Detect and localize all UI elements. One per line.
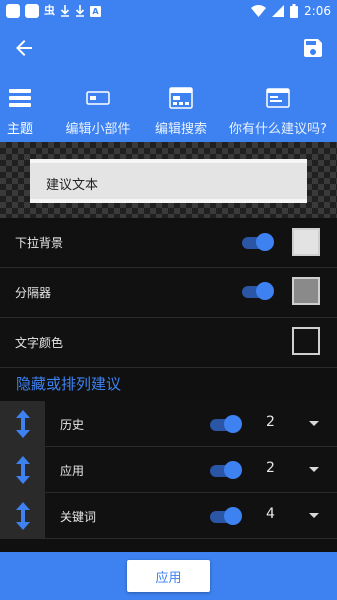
tab-label: 主题 xyxy=(6,122,33,137)
vertical-arrows-icon xyxy=(15,456,30,484)
vertical-arrows-icon xyxy=(15,502,30,530)
apps-count-value: 2 xyxy=(266,460,275,476)
sort-row-history: 历史 2 xyxy=(0,401,337,447)
status-bar: 虫 A 2:06 xyxy=(0,0,337,24)
download-icon xyxy=(75,5,85,17)
preview-search-bar: 建议文本 xyxy=(30,159,307,203)
a-icon: A xyxy=(90,5,101,17)
preview-search-text: 建议文本 xyxy=(46,178,99,193)
setting-row-text-color: 文字颜色 xyxy=(0,318,337,368)
sort-row-label: 历史 xyxy=(60,418,85,432)
history-count-dropdown[interactable] xyxy=(309,421,319,426)
vertical-arrows-icon xyxy=(15,410,30,438)
apply-button[interactable]: 应用 xyxy=(127,560,210,592)
widget-preview: 建议文本 xyxy=(0,142,337,218)
tab-label: 编辑搜索 xyxy=(154,122,207,137)
sort-row-label: 关键词 xyxy=(60,510,97,524)
widget-icon xyxy=(86,91,110,105)
sort-row-label: 应用 xyxy=(60,464,85,478)
dropdown-background-toggle[interactable] xyxy=(240,233,274,251)
sort-row-keywords: 关键词 4 xyxy=(0,493,337,539)
section-title: 隐藏或排列建议 xyxy=(16,375,122,393)
bottom-bar: 应用 xyxy=(0,552,337,600)
drag-handle[interactable] xyxy=(0,493,45,539)
download-icon xyxy=(60,5,70,17)
battery-icon xyxy=(290,4,299,18)
tab-suggestions[interactable]: 你有什么建议吗? xyxy=(226,86,330,137)
signal-icon xyxy=(272,5,285,17)
divider-toggle[interactable] xyxy=(240,282,274,300)
setting-label: 文字颜色 xyxy=(15,336,64,350)
tab-bar: 主题 编辑小部件 编辑搜索 你有什么建议吗? xyxy=(0,72,337,142)
keywords-count-value: 4 xyxy=(266,506,275,522)
drag-handle[interactable] xyxy=(0,401,45,447)
keywords-toggle[interactable] xyxy=(208,507,242,525)
text-color-swatch[interactable] xyxy=(292,327,320,355)
search-edit-icon xyxy=(169,87,193,109)
tab-edit-widget[interactable]: 编辑小部件 xyxy=(62,86,134,137)
keywords-count-dropdown[interactable] xyxy=(309,513,319,518)
save-button[interactable] xyxy=(301,36,325,60)
tab-edit-search[interactable]: 编辑搜索 xyxy=(152,86,210,137)
tab-theme[interactable]: 主题 xyxy=(2,86,38,137)
save-icon xyxy=(304,39,322,57)
apps-count-dropdown[interactable] xyxy=(309,467,319,472)
arrow-left-icon xyxy=(16,40,32,56)
theme-icon xyxy=(9,89,31,107)
drag-handle[interactable] xyxy=(0,447,45,493)
apps-toggle[interactable] xyxy=(208,461,242,479)
notification-square-icon xyxy=(6,4,20,18)
setting-row-divider: 分隔器 xyxy=(0,268,337,318)
app-bar xyxy=(0,24,337,72)
tab-label: 你有什么建议吗? xyxy=(229,122,327,137)
setting-label: 分隔器 xyxy=(15,286,52,300)
wifi-icon xyxy=(251,5,267,17)
status-time: 2:06 xyxy=(304,4,331,18)
divider-color-swatch[interactable] xyxy=(292,277,320,305)
history-toggle[interactable] xyxy=(208,415,242,433)
sort-row-apps: 应用 2 xyxy=(0,447,337,493)
tab-label: 编辑小部件 xyxy=(65,122,131,137)
back-button[interactable] xyxy=(12,36,36,60)
notification-square-icon xyxy=(25,4,39,18)
history-count-value: 2 xyxy=(266,414,275,430)
dropdown-background-color-swatch[interactable] xyxy=(292,228,320,256)
app-notification-icon: 虫 xyxy=(44,4,55,17)
setting-label: 下拉背景 xyxy=(15,236,64,250)
setting-row-dropdown-background: 下拉背景 xyxy=(0,218,337,268)
suggestion-icon xyxy=(266,88,290,108)
